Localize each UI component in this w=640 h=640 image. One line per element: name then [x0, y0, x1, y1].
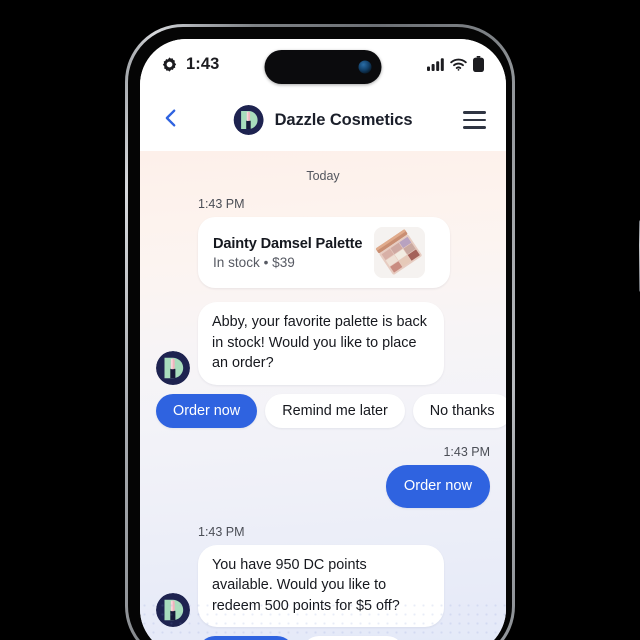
status-time: 1:43: [186, 54, 220, 73]
chat-header: Dazzle Cosmetics: [140, 89, 506, 151]
quick-reply-remind-me-later[interactable]: Remind me later: [265, 393, 405, 428]
front-camera-icon: [358, 60, 372, 74]
chat-bubble-incoming: You have 950 DC points available. Would …: [198, 544, 444, 628]
quick-reply-save-them[interactable]: Save them: [301, 636, 405, 640]
message-timestamp: 1:43 PM: [198, 524, 245, 539]
day-divider: Today: [306, 169, 340, 183]
chat-bubble-incoming: Abby, your favorite palette is back in s…: [198, 302, 444, 385]
product-availability-price: In stock • $39: [213, 254, 295, 270]
chat-row-incoming: You have 950 DC points available. Would …: [156, 544, 490, 628]
dazzle-cosmetics-logo-icon: [233, 105, 264, 135]
status-bar-left: 1:43: [162, 55, 219, 74]
phone-frame: 1:43 Dazzle Cosmetics Today 1:43 PM Dain…: [125, 24, 640, 640]
battery-icon: [473, 56, 484, 72]
chat-row-outgoing: Order now: [156, 464, 490, 508]
header-brand: Dazzle Cosmetics: [233, 105, 413, 135]
wifi-icon: [450, 58, 467, 71]
message-timestamp: 1:43 PM: [198, 197, 245, 211]
quick-reply-no-thanks[interactable]: No thanks: [412, 393, 506, 428]
status-bar-right: [427, 56, 504, 72]
status-bar: 1:43: [140, 39, 506, 89]
quick-reply-use-them[interactable]: Use them: [198, 636, 294, 640]
chat-bubble-outgoing: Order now: [385, 464, 490, 508]
quick-reply-group-2: Use them Save them: [198, 636, 490, 640]
dazzle-cosmetics-avatar-icon: [156, 350, 190, 385]
hamburger-line: [463, 118, 486, 122]
chat-row-incoming: Abby, your favorite palette is back in s…: [156, 302, 490, 385]
quick-reply-group-1: Order now Remind me later No thanks: [156, 393, 506, 428]
back-chevron-icon[interactable]: [160, 107, 182, 134]
product-title: Dainty Damsel Palette: [213, 235, 363, 252]
eyeshadow-palette-image: [374, 227, 426, 278]
message-timestamp: 1:43 PM: [443, 444, 490, 459]
gear-icon: [162, 56, 177, 72]
product-card[interactable]: Dainty Damsel Palette In stock • $39: [198, 217, 450, 288]
hamburger-line: [463, 126, 486, 129]
screenshot-stage: 1:43 Dazzle Cosmetics Today 1:43 PM Dain…: [0, 0, 640, 640]
chat-message-list[interactable]: Today 1:43 PM Dainty Damsel Palette In s…: [140, 151, 506, 640]
phone-screen: 1:43 Dazzle Cosmetics Today 1:43 PM Dain…: [140, 39, 506, 640]
dazzle-cosmetics-avatar-icon: [156, 593, 190, 628]
product-info: Dainty Damsel Palette In stock • $39: [209, 236, 362, 270]
cellular-signal-icon: [427, 57, 444, 71]
hamburger-line: [463, 111, 486, 114]
phone-bezel: 1:43 Dazzle Cosmetics Today 1:43 PM Dain…: [128, 27, 512, 640]
page-title: Dazzle Cosmetics: [274, 110, 413, 129]
hamburger-menu-icon[interactable]: [463, 111, 486, 129]
quick-reply-order-now[interactable]: Order now: [156, 393, 258, 428]
dynamic-island: [264, 50, 382, 84]
